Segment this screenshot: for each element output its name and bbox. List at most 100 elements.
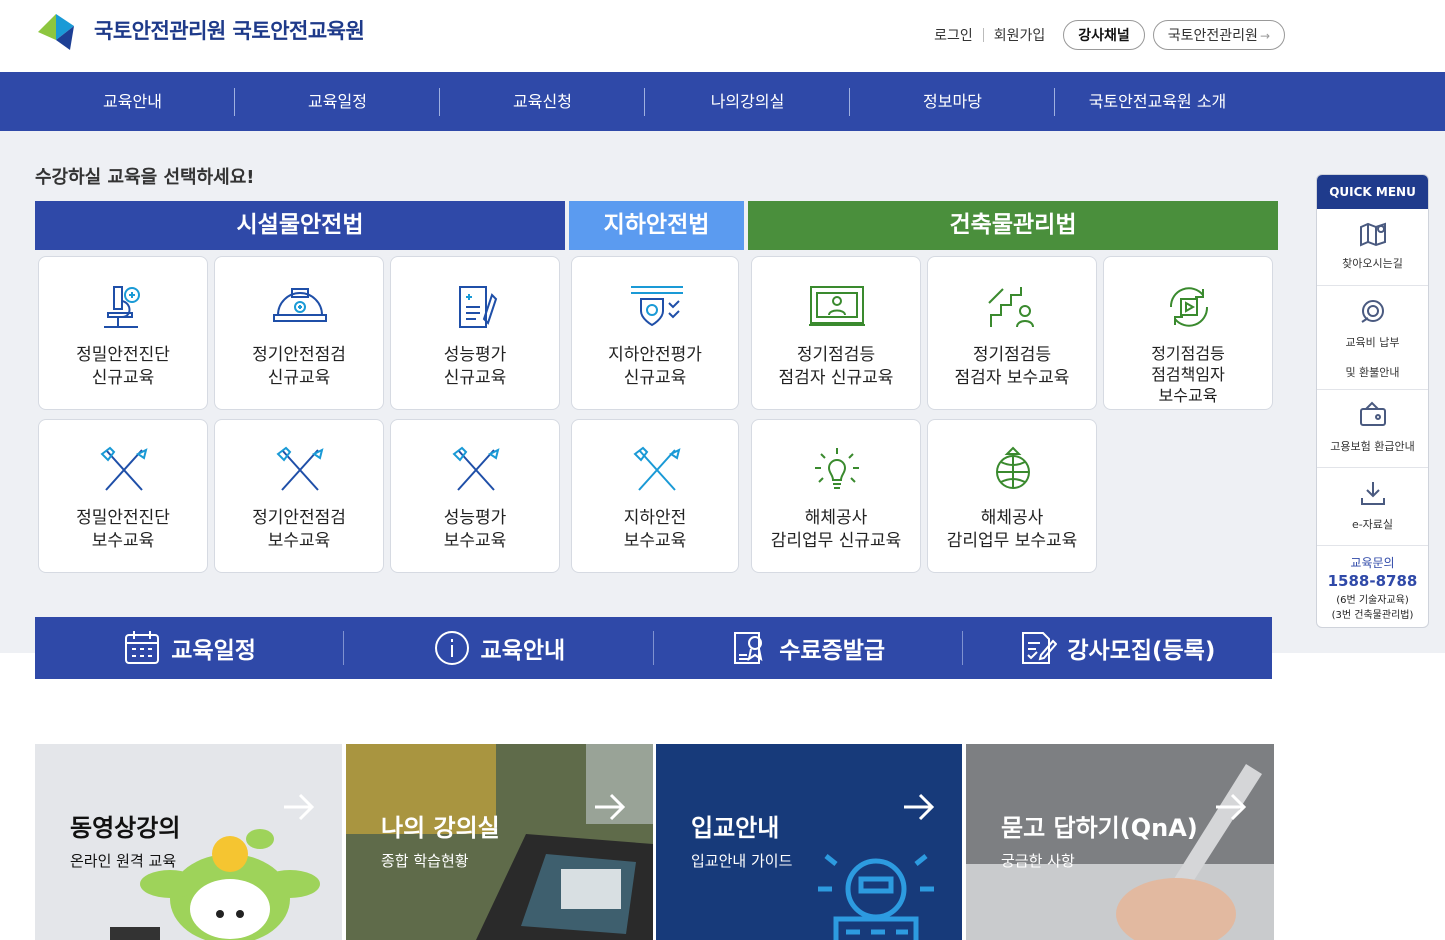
course-card[interactable]: 정기안전점검 보수교육 <box>214 419 384 573</box>
nav-edu-apply[interactable]: 교육신청 <box>440 72 645 131</box>
panel-video-lecture[interactable]: 동영상강의 온라인 원격 교육 <box>35 744 342 940</box>
panel-qna[interactable]: 묻고 답하기(QnA) 궁금한 사항 <box>966 744 1274 940</box>
course-card[interactable]: 정기점검등 점검책임자 보수교육 <box>1103 256 1273 410</box>
shield-icon <box>631 286 683 327</box>
contact-box: 교육문의 1588-8788 (6번 기술자교육) (3번 건축물관리법) <box>1317 546 1428 621</box>
shortcut-label: 수료증발급 <box>779 638 886 664</box>
panel-title: 나의 강의실 <box>381 814 500 842</box>
tools-icon <box>633 446 681 491</box>
quick-item-label: 찾아오시는길 <box>1342 257 1403 270</box>
quick-item-directions[interactable]: 찾아오시는길 <box>1317 209 1428 286</box>
arrow-right-icon <box>595 793 626 821</box>
panel-admission-guide[interactable]: 입교안내 입교안내 가이드 <box>656 744 962 940</box>
course-label: 정기안전점검 신규교육 <box>252 345 346 388</box>
wallet-icon <box>1359 401 1386 426</box>
form-pen-icon <box>1022 632 1058 664</box>
nav-info[interactable]: 정보마당 <box>850 72 1055 131</box>
quick-item-insurance-refund[interactable]: 고용보험 환급안내 <box>1317 390 1428 468</box>
course-card[interactable]: 정밀안전진단 신규교육 <box>38 256 208 410</box>
section-title: 수강하실 교육을 선택하세요! <box>35 167 255 188</box>
tools-icon <box>276 446 324 491</box>
arrow-right-icon <box>1216 793 1247 821</box>
course-label: 성능평가 신규교육 <box>443 345 507 388</box>
course-label: 성능평가 보수교육 <box>443 508 507 551</box>
nav-edu-schedule[interactable]: 교육일정 <box>235 72 440 131</box>
tools-icon <box>452 446 500 491</box>
course-label: 정기점검등 점검책임자 보수교육 <box>1151 344 1225 405</box>
panel-title: 묻고 답하기(QnA) <box>1001 814 1198 842</box>
course-card[interactable]: 정기점검등 점검자 신규교육 <box>751 256 921 410</box>
site-header: 국토안전관리원 국토안전교육원 로그인 회원가입 강사채널 국토안전관리원 → <box>0 0 1445 72</box>
helmet-icon <box>273 288 327 322</box>
contact-label: 교육문의 <box>1350 556 1395 570</box>
quick-item-label-line2: 및 환불안내 <box>1345 366 1400 379</box>
nav-my-classroom[interactable]: 나의강의실 <box>645 72 850 131</box>
panel-my-classroom[interactable]: 나의 강의실 종합 학습현황 <box>346 744 653 940</box>
quick-item-label: 고용보험 환급안내 <box>1330 440 1415 453</box>
certificate-icon <box>734 632 763 664</box>
course-card[interactable]: 지하안전 보수교육 <box>571 419 739 573</box>
course-label: 정밀안전진단 신규교육 <box>76 345 170 388</box>
contact-phone[interactable]: 1588-8788 <box>1317 572 1428 590</box>
contact-note: (3번 건축물관리법) <box>1331 610 1414 621</box>
panel-title: 입교안내 <box>691 814 780 842</box>
contact-note: (6번 기술자교육) <box>1336 595 1409 606</box>
shortcut-edu-guide[interactable]: 교육안내 <box>344 617 654 679</box>
course-label: 해체공사 감리업무 신규교육 <box>770 508 902 551</box>
stairs-person-icon <box>988 287 1034 328</box>
arrow-right-icon <box>284 793 315 821</box>
shortcut-label: 교육안내 <box>480 638 566 664</box>
quick-item-payment[interactable]: 교육비 납부 및 환불안내 <box>1317 286 1428 390</box>
course-card[interactable]: 정기안전점검 신규교육 <box>214 256 384 410</box>
course-card[interactable]: 해체공사 감리업무 신규교육 <box>751 419 921 573</box>
shortcut-label: 강사모집(등록) <box>1067 638 1216 664</box>
shortcut-edu-schedule[interactable]: 교육일정 <box>35 617 345 679</box>
site-logo[interactable]: 국토안전관리원 국토안전교육원 <box>34 6 365 54</box>
utility-links: 로그인 회원가입 강사채널 국토안전관리원 → <box>924 20 1285 50</box>
course-selection-area: 수강하실 교육을 선택하세요! 시설물안전법 지하안전법 건축물관리법 정밀안전… <box>0 131 1445 653</box>
course-label: 지하안전 보수교육 <box>623 508 687 551</box>
quick-item-label: 교육비 납부 <box>1345 336 1400 349</box>
instructor-channel-button[interactable]: 강사채널 <box>1063 20 1145 50</box>
arrow-right-icon <box>904 793 935 821</box>
course-card[interactable]: 성능평가 신규교육 <box>390 256 560 410</box>
info-icon <box>434 631 469 665</box>
document-pen-icon <box>459 286 498 328</box>
category-facility-law: 시설물안전법 <box>35 201 565 250</box>
shortcut-bar: 교육일정 교육안내 수료증발급 강사모집(등록) <box>35 617 1272 679</box>
signup-link[interactable]: 회원가입 <box>984 25 1056 45</box>
course-card[interactable]: 정밀안전진단 보수교육 <box>38 419 208 573</box>
shortcut-certificate[interactable]: 수료증발급 <box>654 617 964 679</box>
org-site-button[interactable]: 국토안전관리원 → <box>1152 20 1285 50</box>
course-card[interactable]: 정기점검등 점검자 보수교육 <box>927 256 1097 410</box>
course-card[interactable]: 지하안전평가 신규교육 <box>571 256 739 410</box>
panel-subtitle: 종합 학습현황 <box>381 852 469 870</box>
panel-title: 동영상강의 <box>70 814 181 842</box>
calendar-icon <box>125 631 160 664</box>
arrow-right-icon: → <box>1259 29 1270 43</box>
course-card[interactable]: 해체공사 감리업무 보수교육 <box>927 419 1097 573</box>
map-pin-icon <box>1359 222 1386 247</box>
monitor-person-icon <box>809 286 865 326</box>
course-card[interactable]: 성능평가 보수교육 <box>390 419 560 573</box>
login-link[interactable]: 로그인 <box>924 25 983 45</box>
panel-subtitle: 궁금한 사항 <box>1001 852 1075 870</box>
org-site-label: 국토안전관리원 <box>1167 28 1258 44</box>
panel-subtitle: 온라인 원격 교육 <box>70 852 177 870</box>
course-label: 해체공사 감리업무 보수교육 <box>946 508 1078 551</box>
course-label: 정기점검등 점검자 보수교육 <box>954 345 1070 388</box>
category-building-law: 건축물관리법 <box>748 201 1278 250</box>
tools-icon <box>100 446 148 491</box>
panel-subtitle: 입교안내 가이드 <box>691 852 793 870</box>
refresh-play-icon <box>1169 287 1209 327</box>
main-navigation: 교육안내 교육일정 교육신청 나의강의실 정보마당 국토안전교육원 소개 <box>0 72 1445 131</box>
quick-menu: QUICK MENU 찾아오시는길 교육비 납부 및 환불안내 고용보험 환급안… <box>1316 174 1429 628</box>
shortcut-instructor-recruit[interactable]: 강사모집(등록) <box>963 617 1272 679</box>
quick-item-e-library[interactable]: e-자료실 <box>1317 468 1428 546</box>
nav-about[interactable]: 국토안전교육원 소개 <box>1055 72 1260 131</box>
lightbulb-icon <box>815 448 859 489</box>
nav-edu-guide[interactable]: 교육안내 <box>30 72 235 131</box>
course-label: 정밀안전진단 보수교육 <box>76 508 170 551</box>
logo-mark-icon <box>38 14 74 50</box>
course-label: 정기점검등 점검자 신규교육 <box>778 345 894 388</box>
